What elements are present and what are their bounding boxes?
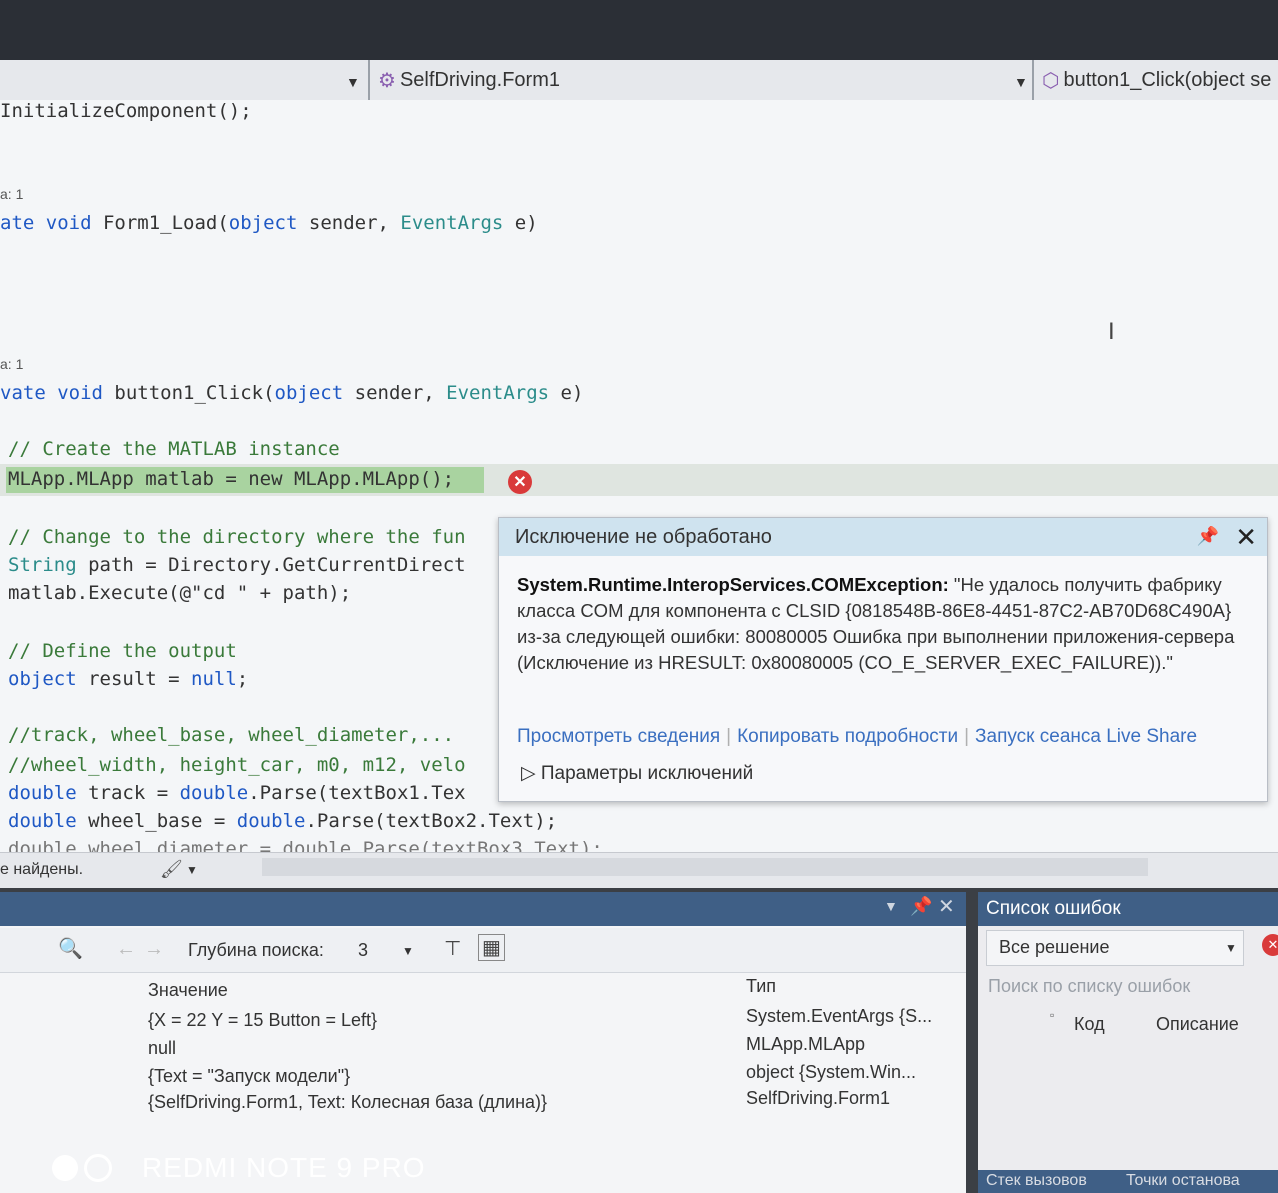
code-line: String path = Directory.GetCurrentDirect [8, 554, 466, 576]
navigation-bar: ▼ ⚙ SelfDriving.Form1 ▼ ⬡ button1_Click(… [0, 60, 1278, 101]
filter-icon[interactable]: ⊤ [444, 936, 461, 961]
code-line: vate void button1_Click(object sender, E… [0, 382, 584, 404]
exception-popup-header: Исключение не обработано 📌 ✕ [499, 518, 1267, 556]
code-line: double track = double.Parse(textBox1.Tex [8, 782, 466, 804]
locals-type: MLApp.MLApp [746, 1034, 866, 1054]
code-line: ate void Form1_Load(object sender, Event… [0, 212, 538, 234]
class-selector-label: SelfDriving.Form1 [399, 68, 560, 91]
locals-type: System.EventArgs {S... [746, 1006, 933, 1026]
chevron-down-icon: ▼ [1225, 941, 1237, 955]
chevron-down-icon[interactable]: ▼ [884, 898, 898, 914]
search-depth-value[interactable]: 3 [358, 940, 368, 961]
tab-call-stack[interactable]: Стек вызовов [986, 1172, 1087, 1190]
text-cursor-icon: I [1108, 318, 1115, 345]
issues-status-text: е найдены. [0, 861, 84, 878]
error-list-title: Список ошибок [978, 892, 1278, 926]
error-icon[interactable]: ✕ [508, 470, 532, 494]
nav-divider [368, 60, 370, 100]
chevron-down-icon[interactable]: ▼ [186, 863, 198, 877]
chevron-down-icon[interactable]: ▼ [402, 944, 414, 958]
locals-value: {X = 22 Y = 15 Button = Left} [148, 1010, 378, 1030]
search-depth-label: Глубина поиска: [188, 940, 324, 960]
chevron-down-icon[interactable]: ▼ [346, 74, 360, 90]
nav-divider [1032, 60, 1034, 100]
brush-icon[interactable]: 🖌 [160, 859, 183, 880]
code-comment: //track, wheel_base, wheel_diameter,... [8, 724, 455, 746]
code-line: object result = null; [8, 668, 249, 690]
horizontal-scrollbar[interactable] [262, 858, 1148, 876]
class-selector[interactable]: ⚙ SelfDriving.Form1 [378, 66, 560, 94]
watermark-ring-icon [84, 1154, 112, 1182]
scope-dropdown-value: Все решение [999, 937, 1110, 957]
locals-value: {Text = "Запуск модели"} [148, 1066, 351, 1086]
search-icon[interactable]: 🔍 [58, 936, 83, 961]
member-selector-label: button1_Click(object se [1063, 68, 1272, 91]
exception-message: System.Runtime.InteropServices.COMExcept… [499, 556, 1267, 676]
exception-type: System.Runtime.InteropServices.COMExcept… [517, 574, 949, 595]
scope-dropdown[interactable]: Все решение ▼ [986, 930, 1244, 966]
bottom-tab-strip: Стек вызовов Точки останова [978, 1170, 1278, 1193]
exception-title: Исключение не обработано [515, 525, 772, 548]
live-share-link[interactable]: Запуск сеанса Live Share [975, 726, 1197, 747]
watermark-text: REDMI NOTE 9 PRO [142, 1152, 426, 1183]
reference-count[interactable]: a: 1 [0, 356, 23, 372]
type-column-header[interactable]: Тип [746, 976, 776, 997]
exception-links: Просмотреть сведения | Копировать подробно… [517, 726, 1198, 747]
forward-arrow-icon[interactable]: → [144, 938, 164, 961]
exception-settings-expander[interactable]: ▷ Параметры исключений [521, 762, 753, 785]
code-comment: //wheel_width, height_car, m0, m12, velo [8, 754, 466, 776]
pin-icon[interactable]: 📌 [910, 896, 932, 917]
error-list-window: Список ошибок Все решение ▼ ✕ Поиск по с… [978, 892, 1278, 1193]
locals-value: {SelfDriving.Form1, Text: Колесная база … [148, 1092, 548, 1112]
locals-value: null [148, 1038, 177, 1058]
copy-details-link[interactable]: Копировать подробности [737, 726, 958, 747]
camera-watermark: REDMI NOTE 9 PRO [52, 1152, 426, 1184]
locals-window: ▼ 📌 ✕ 🔍 ← → Глубина поиска: 3 ▼ ⊤ ▦ Знач… [0, 892, 966, 1193]
code-comment: // Create the MATLAB instance [8, 438, 340, 460]
locals-type: SelfDriving.Form1 [746, 1088, 891, 1108]
class-icon: ⚙ [378, 69, 396, 92]
sort-icon: ▫ [1050, 1008, 1055, 1022]
close-icon[interactable]: ✕ [1235, 522, 1257, 553]
error-filter-icon[interactable]: ✕ [1262, 934, 1278, 956]
watermark-dot-icon [52, 1155, 78, 1181]
tab-view-icon[interactable]: ▦ [478, 934, 505, 961]
method-icon: ⬡ [1042, 69, 1060, 92]
exception-popup: Исключение не обработано 📌 ✕ System.Runt… [498, 517, 1268, 802]
code-line: matlab.Execute(@"cd " + path); [8, 582, 352, 604]
locals-type: object {System.Win... [746, 1062, 917, 1082]
locals-toolbar: 🔍 ← → Глубина поиска: 3 ▼ ⊤ ▦ [0, 928, 966, 973]
code-comment: // Change to the directory where the fun [8, 526, 466, 548]
code-comment: // Define the output [8, 640, 237, 662]
code-line-cut: double wheel_diameter = double.Parse(tex… [8, 838, 603, 852]
code-line: InitializeComponent(); [0, 100, 252, 122]
back-arrow-icon[interactable]: ← [116, 938, 136, 961]
chevron-down-icon[interactable]: ▼ [1014, 74, 1028, 90]
view-details-link[interactable]: Просмотреть сведения [517, 726, 720, 747]
error-search-input[interactable]: Поиск по списку ошибок [988, 976, 1190, 997]
description-column-header[interactable]: Описание [1156, 1014, 1239, 1035]
pin-icon[interactable]: 📌 [1197, 526, 1219, 547]
locals-window-header: ▼ 📌 ✕ [0, 892, 966, 926]
member-selector[interactable]: ⬡ button1_Click(object se [1042, 66, 1271, 94]
close-icon[interactable]: ✕ [938, 894, 955, 919]
value-column-header[interactable]: Значение [148, 980, 228, 1001]
top-dark-bar [0, 0, 1278, 60]
code-line: double wheel_base = double.Parse(textBox… [8, 810, 558, 832]
code-column-header[interactable]: Код [1074, 1014, 1105, 1035]
error-code-line: MLApp.MLApp matlab = new MLApp.MLApp(); [8, 468, 455, 490]
tab-breakpoints[interactable]: Точки останова [1126, 1172, 1240, 1190]
reference-count[interactable]: a: 1 [0, 186, 23, 202]
